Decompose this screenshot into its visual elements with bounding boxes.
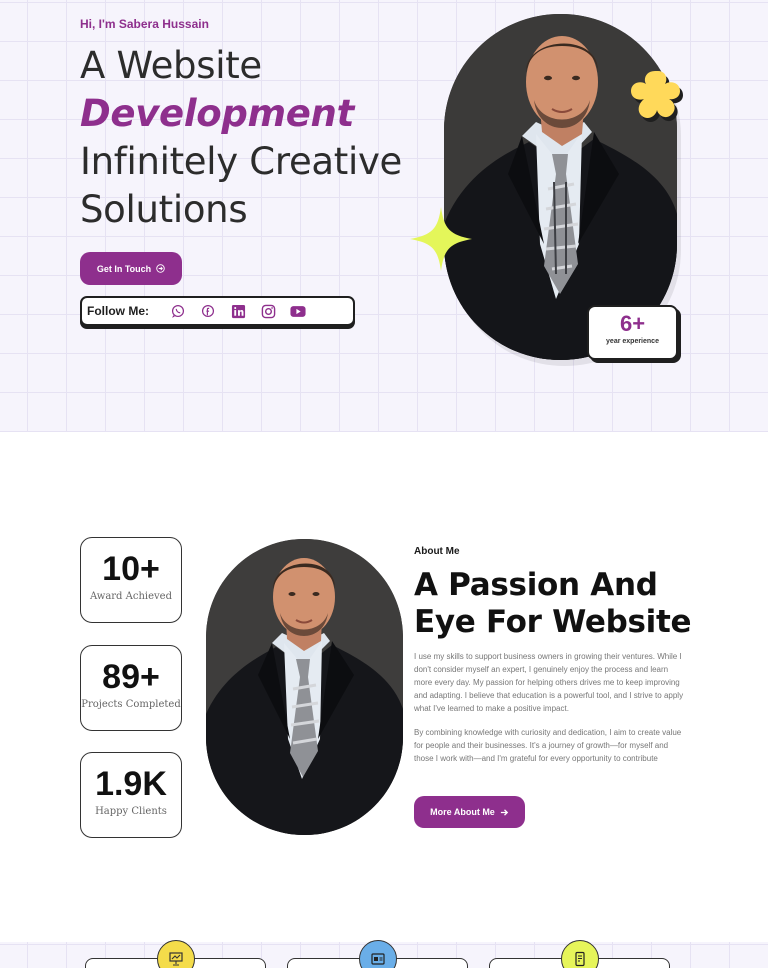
hero-greeting: Hi, I'm Sabera Hussain (80, 17, 209, 31)
stat-card-clients: 1.9K Happy Clients (80, 752, 182, 838)
get-in-touch-label: Get In Touch (96, 263, 152, 274)
stat-label: Award Achieved (89, 591, 172, 602)
about-paragraph-1: I use my skills to support business owne… (414, 652, 684, 713)
flower-sticker-icon (631, 71, 683, 123)
headline-line-3: Infinitely Creative (80, 140, 403, 183)
instagram-icon[interactable] (253, 301, 283, 321)
stat-card-awards: 10+ Award Achieved (80, 537, 182, 623)
headline-line-4: Solutions (80, 188, 248, 231)
get-in-touch-button[interactable]: Get In Touch (80, 252, 182, 285)
headline-line-1: A Website (80, 44, 262, 87)
stat-value: 1.9K (95, 765, 167, 803)
about-kicker: About Me (414, 546, 460, 557)
youtube-icon[interactable] (283, 301, 313, 321)
stat-label: Happy Clients (95, 806, 167, 817)
facebook-icon[interactable] (193, 301, 223, 321)
experience-label: year experience (606, 338, 659, 345)
about-title-line-2: Eye For Website (414, 604, 692, 640)
arrow-right-icon (500, 808, 508, 816)
hero-headline: A Website Development Infinitely Creativ… (80, 42, 402, 234)
about-title: A Passion And Eye For Website (414, 567, 692, 641)
about-title-line-1: A Passion And (414, 567, 658, 603)
sparkle-sticker-icon (410, 207, 472, 271)
linkedin-icon[interactable] (223, 301, 253, 321)
stat-label: Projects Completed (81, 699, 181, 710)
about-portrait (206, 539, 403, 835)
more-about-me-label: More About Me (430, 807, 495, 817)
hero-section: Hi, I'm Sabera Hussain A Website Develop… (0, 0, 768, 432)
stat-value: 89+ (102, 658, 160, 696)
arrow-circle-icon (156, 264, 165, 273)
portrait-illustration (206, 539, 403, 835)
more-about-me-button[interactable]: More About Me (414, 796, 525, 828)
follow-me-label: Follow Me: (87, 304, 149, 318)
stat-value: 10+ (102, 550, 160, 588)
experience-badge: 6+ year experience (587, 305, 678, 360)
stat-card-projects: 89+ Projects Completed (80, 645, 182, 731)
whatsapp-icon[interactable] (163, 301, 193, 321)
headline-accent: Development (80, 92, 354, 135)
about-paragraph-2: By combining knowledge with curiosity an… (414, 728, 682, 763)
follow-me-bar: Follow Me: (80, 296, 355, 326)
experience-value: 6+ (619, 311, 646, 336)
